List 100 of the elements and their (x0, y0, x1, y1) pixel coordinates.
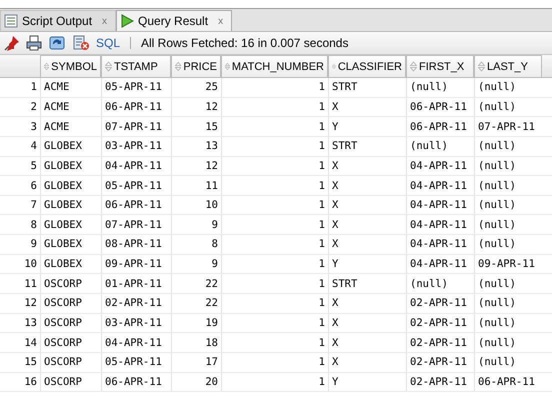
table-cell: (null) (474, 215, 542, 234)
table-cell: 1 (221, 274, 328, 294)
table-cell: X (328, 352, 406, 372)
row-number: 11 (23, 276, 38, 292)
table-cell: STRT (328, 78, 406, 97)
table-cell: X (328, 314, 406, 332)
table-cell: 05-APR-11 (101, 78, 171, 97)
column-header[interactable]: CLASSIFIER (328, 55, 406, 77)
table-cell: 1 (221, 117, 328, 136)
column-header[interactable]: LAST_Y (474, 55, 542, 77)
table-cell: 1 (221, 254, 328, 274)
table-cell: X (328, 235, 406, 254)
table-cell: 10 (171, 196, 221, 214)
row-number: 10 (23, 257, 38, 272)
row-number: 4 (30, 139, 38, 154)
table-cell: 1 (221, 372, 328, 392)
table-cell: 11 (171, 176, 221, 195)
table-cell: 09-APR-11 (101, 254, 171, 274)
row-number: 13 (23, 316, 38, 331)
table-cell: OSCORP (40, 352, 101, 372)
table-cell: X (328, 294, 406, 313)
tab[interactable]: Query Result x (116, 10, 232, 31)
tab[interactable]: Script Output x (0, 10, 116, 31)
table-cell: 17 (171, 352, 221, 372)
pushpin-icon[interactable] (4, 35, 20, 51)
table-cell: Y (328, 372, 406, 392)
table-cell: 1 (221, 156, 328, 176)
document-icon (4, 14, 18, 28)
sort-icon[interactable] (332, 61, 336, 72)
table-cell: (null) (474, 235, 542, 254)
column-header[interactable]: PRICE (171, 55, 221, 77)
table-cell: 1 (221, 98, 328, 116)
table-cell: 07-APR-11 (101, 215, 171, 234)
sort-icon[interactable] (478, 61, 485, 72)
table-cell: 02-APR-11 (101, 294, 171, 313)
table-cell: 9 (171, 254, 221, 274)
table-cell: GLOBEX (40, 156, 101, 176)
column-header[interactable]: TSTAMP (101, 55, 171, 77)
table-cell: X (328, 176, 406, 195)
table-cell: 06-APR-11 (406, 117, 474, 136)
table-cell: 1 (221, 294, 328, 313)
table-cell: GLOBEX (40, 235, 101, 254)
table-cell: 25 (171, 78, 221, 97)
table-cell: 05-APR-11 (101, 176, 171, 195)
row-number: 2 (30, 100, 38, 115)
row-number: 1 (30, 80, 38, 96)
table-cell: OSCORP (40, 372, 101, 392)
refresh-icon[interactable] (48, 35, 66, 51)
table-cell: 05-APR-11 (101, 352, 171, 372)
close-icon[interactable]: x (218, 16, 224, 26)
column-header[interactable]: MATCH_NUMBER (221, 55, 328, 77)
column-header[interactable]: FIRST_X (406, 55, 474, 77)
table-cell: GLOBEX (40, 215, 101, 234)
table-cell: GLOBEX (40, 254, 101, 274)
printer-icon[interactable] (26, 35, 42, 51)
row-number: 9 (30, 237, 38, 252)
table-cell: OSCORP (40, 333, 101, 352)
table-cell: 07-APR-11 (474, 117, 542, 136)
table-cell: X (328, 156, 406, 176)
table-cell: 02-APR-11 (406, 333, 474, 352)
table-cell: 02-APR-11 (406, 352, 474, 372)
table-cell: GLOBEX (40, 196, 101, 214)
table-cell: ACME (40, 117, 101, 136)
table-cell: ACME (40, 78, 101, 97)
table-cell: 07-APR-11 (101, 117, 171, 136)
table-cell: X (328, 98, 406, 116)
table-cell: 03-APR-11 (101, 314, 171, 332)
table-cell: 12 (171, 98, 221, 116)
row-number: 8 (30, 218, 38, 233)
table-cell: 1 (221, 196, 328, 214)
table-cell: (null) (474, 196, 542, 214)
table-cell: 18 (171, 333, 221, 352)
table-cell: 1 (221, 235, 328, 254)
table-cell: GLOBEX (40, 136, 101, 156)
clear-document-icon[interactable] (72, 35, 90, 51)
sort-icon[interactable] (225, 61, 230, 72)
table-cell: OSCORP (40, 314, 101, 332)
table-cell: 15 (171, 117, 221, 136)
table-cell: 1 (221, 136, 328, 156)
table-cell: 01-APR-11 (101, 274, 171, 294)
table-cell: X (328, 333, 406, 352)
sort-icon[interactable] (44, 61, 50, 72)
table-cell: 06-APR-11 (101, 372, 171, 392)
row-number: 6 (30, 178, 38, 194)
table-cell: 02-APR-11 (406, 372, 474, 392)
column-header[interactable]: SYMBOL (40, 55, 101, 77)
table-cell: 1 (221, 215, 328, 234)
table-cell: (null) (474, 352, 542, 372)
table-cell: (null) (474, 333, 542, 352)
sort-icon[interactable] (105, 61, 112, 72)
table-cell: 04-APR-11 (101, 156, 171, 176)
sql-link[interactable]: SQL (96, 36, 120, 50)
table-cell: (null) (474, 176, 542, 195)
row-number: 12 (23, 296, 38, 312)
sort-icon[interactable] (410, 61, 417, 72)
table-cell: 8 (171, 235, 221, 254)
sort-icon[interactable] (175, 61, 182, 72)
row-number: 3 (30, 120, 38, 135)
row-number: 16 (23, 374, 38, 390)
table-cell: 22 (171, 294, 221, 313)
